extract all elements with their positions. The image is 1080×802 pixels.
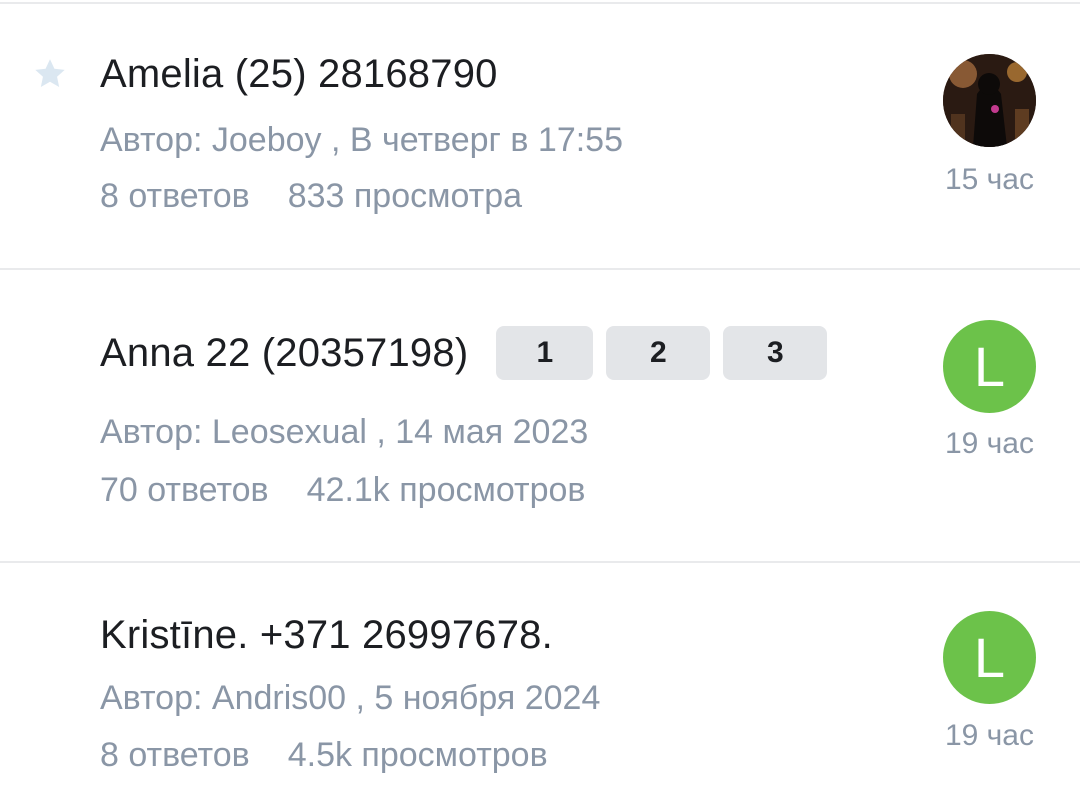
page-link-3[interactable]: 3: [723, 326, 828, 380]
thread-title[interactable]: Anna 22 (20357198): [100, 329, 468, 377]
page-links: 1 2 3: [496, 326, 828, 380]
thread-stats: 8 ответов 833 просмотра: [100, 176, 522, 216]
replies-count: 8 ответов: [100, 736, 250, 774]
last-activity-time: 15 час: [944, 163, 1034, 196]
thread-item[interactable]: Anna 22 (20357198) 1 2 3 Автор: Leosexua…: [0, 270, 1080, 563]
thread-stats: 8 ответов 4.5k просмотров: [100, 735, 548, 775]
thread-author-meta: Автор: Andris00 , 5 ноября 2024: [100, 679, 601, 717]
replies-count: 70 ответов: [100, 471, 269, 509]
thread-item[interactable]: Amelia (25) 28168790 Автор: Joeboy , В ч…: [0, 4, 1080, 270]
views-count: 42.1k просмотров: [306, 471, 586, 509]
page-link-1[interactable]: 1: [496, 326, 594, 380]
thread-item[interactable]: Kristīne. +371 26997678. Автор: Andris00…: [0, 563, 1080, 802]
star-icon[interactable]: [32, 56, 68, 92]
avatar[interactable]: [943, 54, 1036, 147]
thread-title-row: Amelia (25) 28168790: [100, 50, 498, 98]
thread-list: Amelia (25) 28168790 Автор: Joeboy , В ч…: [0, 0, 1080, 802]
views-count: 4.5k просмотров: [287, 736, 548, 774]
thread-title-row: Anna 22 (20357198) 1 2 3: [100, 326, 828, 380]
avatar[interactable]: L: [943, 611, 1036, 704]
page-link-2[interactable]: 2: [606, 326, 711, 380]
thread-title-row: Kristīne. +371 26997678.: [100, 611, 553, 659]
last-activity-time: 19 час: [944, 719, 1034, 752]
thread-author-meta: Автор: Joeboy , В четверг в 17:55: [100, 121, 623, 159]
avatar[interactable]: L: [943, 320, 1036, 413]
views-count: 833 просмотра: [287, 177, 523, 215]
replies-count: 8 ответов: [100, 177, 250, 215]
thread-author-meta: Автор: Leosexual , 14 мая 2023: [100, 413, 589, 451]
thread-title[interactable]: Kristīne. +371 26997678.: [100, 611, 553, 659]
last-activity-time: 19 час: [944, 427, 1034, 460]
thread-stats: 70 ответов 42.1k просмотров: [100, 470, 585, 510]
thread-title[interactable]: Amelia (25) 28168790: [100, 50, 498, 98]
